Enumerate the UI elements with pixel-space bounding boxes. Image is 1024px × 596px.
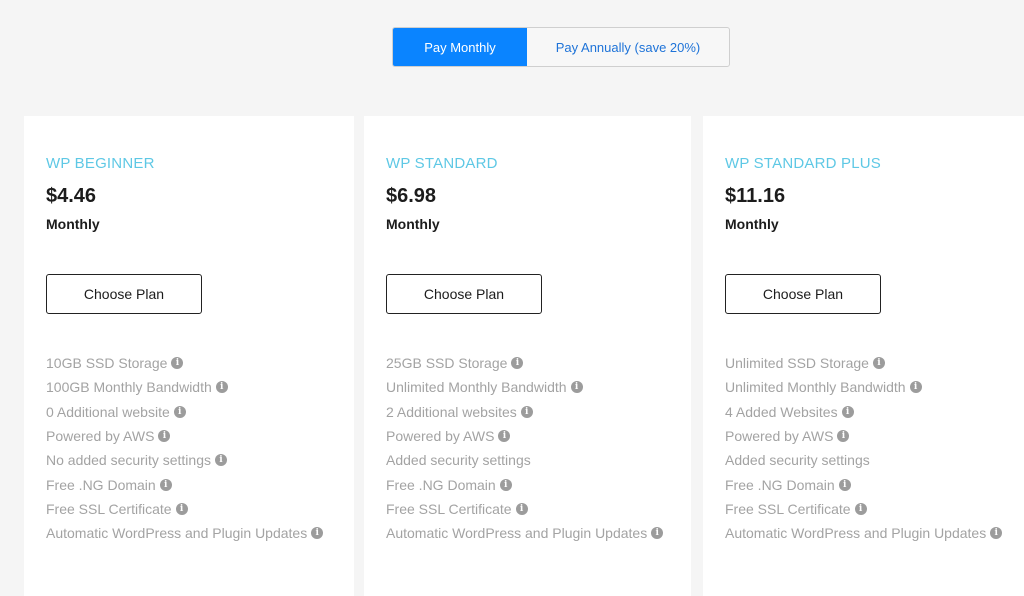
feature-text: Added security settings <box>725 452 870 469</box>
pay-annually-button[interactable]: Pay Annually (save 20%) <box>527 28 729 66</box>
feature-text: Unlimited Monthly Bandwidth <box>725 379 906 396</box>
feature-item: Unlimited SSD Storage i <box>725 351 1002 375</box>
pay-monthly-button[interactable]: Pay Monthly <box>393 28 527 66</box>
feature-item: Free .NG Domain i <box>725 472 1002 496</box>
plan-period: Monthly <box>46 216 100 232</box>
info-icon[interactable]: i <box>311 527 324 540</box>
info-icon[interactable]: i <box>173 405 186 418</box>
feature-text: Free SSL Certificate <box>386 500 512 517</box>
feature-text: Unlimited SSD Storage <box>725 355 869 372</box>
feature-item: 4 Added Websites i <box>725 400 1002 424</box>
feature-text: Automatic WordPress and Plugin Updates <box>46 525 308 542</box>
feature-text: 10GB SSD Storage <box>46 355 168 372</box>
feature-list: 25GB SSD Storage i Unlimited Monthly Bandw… <box>386 351 664 545</box>
feature-text: 25GB SSD Storage <box>386 355 508 372</box>
feature-text: Unlimited Monthly Bandwidth <box>386 379 567 396</box>
billing-toggle: Pay Monthly Pay Annually (save 20%) <box>392 27 730 67</box>
plan-name: WP STANDARD PLUS <box>725 155 882 172</box>
feature-item: Automatic WordPress and Plugin Updates i <box>46 521 324 545</box>
plan-period: Monthly <box>386 216 440 232</box>
info-icon[interactable]: i <box>171 357 184 370</box>
plan-name: WP STANDARD <box>386 155 498 172</box>
plan-price: $11.16 <box>725 185 786 207</box>
info-icon[interactable]: i <box>215 381 228 394</box>
feature-item: No added security settings i <box>46 448 323 472</box>
feature-item: Powered by AWS i <box>386 424 663 448</box>
feature-text: No added security settings <box>46 452 211 469</box>
plan-period: Monthly <box>725 216 779 232</box>
feature-list: Unlimited SSD Storage i Unlimited Monthly … <box>725 351 1003 545</box>
feature-text: Powered by AWS <box>725 428 834 445</box>
plan-price: $4.46 <box>46 185 97 207</box>
info-icon[interactable]: i <box>651 527 664 540</box>
feature-item: Added security settings <box>386 448 663 472</box>
info-icon[interactable]: i <box>214 454 227 467</box>
feature-item: 2 Additional websites i <box>386 400 663 424</box>
info-icon[interactable]: i <box>511 357 524 370</box>
feature-item: Free .NG Domain i <box>46 472 323 496</box>
feature-item: Free SSL Certificate i <box>46 497 323 521</box>
feature-text: 0 Additional website <box>46 403 170 420</box>
feature-item: Automatic WordPress and Plugin Updates i <box>725 521 1003 545</box>
info-icon[interactable]: i <box>498 430 511 443</box>
info-icon[interactable]: i <box>570 381 583 394</box>
feature-item: 100GB Monthly Bandwidth i <box>46 375 323 399</box>
info-icon[interactable]: i <box>175 502 188 515</box>
feature-text: Free .NG Domain <box>46 476 156 493</box>
feature-text: Free SSL Certificate <box>725 500 851 517</box>
feature-item: Free .NG Domain i <box>386 472 663 496</box>
feature-item: Unlimited Monthly Bandwidth i <box>386 375 663 399</box>
info-icon[interactable]: i <box>837 430 850 443</box>
info-icon[interactable]: i <box>520 405 533 418</box>
feature-item: Free SSL Certificate i <box>386 497 663 521</box>
feature-item: Automatic WordPress and Plugin Updates i <box>386 521 664 545</box>
feature-item: Powered by AWS i <box>46 424 323 448</box>
feature-text: Automatic WordPress and Plugin Updates <box>725 525 987 542</box>
feature-text: 4 Added Websites <box>725 403 838 420</box>
feature-item: Unlimited Monthly Bandwidth i <box>725 375 1002 399</box>
info-icon[interactable]: i <box>909 381 922 394</box>
feature-item: Added security settings <box>725 448 1002 472</box>
plan-name: WP BEGINNER <box>46 155 155 172</box>
info-icon[interactable]: i <box>159 478 172 491</box>
choose-plan-button[interactable]: Choose Plan <box>46 274 202 314</box>
plan-card-wp-standard: WP STANDARD $6.98 Monthly Choose Plan 25… <box>364 116 691 596</box>
feature-text: Free .NG Domain <box>386 476 496 493</box>
info-icon[interactable]: i <box>841 405 854 418</box>
info-icon[interactable]: i <box>499 478 512 491</box>
plan-price: $6.98 <box>386 185 437 207</box>
feature-item: Free SSL Certificate i <box>725 497 1002 521</box>
choose-plan-button[interactable]: Choose Plan <box>725 274 881 314</box>
feature-text: Free SSL Certificate <box>46 500 172 517</box>
feature-item: Powered by AWS i <box>725 424 1002 448</box>
feature-text: Added security settings <box>386 452 531 469</box>
feature-item: 25GB SSD Storage i <box>386 351 663 375</box>
info-icon[interactable]: i <box>838 478 851 491</box>
feature-text: Powered by AWS <box>386 428 495 445</box>
feature-item: 0 Additional website i <box>46 400 323 424</box>
feature-text: 100GB Monthly Bandwidth <box>46 379 212 396</box>
feature-list: 10GB SSD Storage i 100GB Monthly Bandwidth… <box>46 351 324 545</box>
feature-text: Automatic WordPress and Plugin Updates <box>386 525 648 542</box>
feature-text: Free .NG Domain <box>725 476 835 493</box>
info-icon[interactable]: i <box>854 502 867 515</box>
info-icon[interactable]: i <box>515 502 528 515</box>
feature-item: 10GB SSD Storage i <box>46 351 323 375</box>
info-icon[interactable]: i <box>158 430 171 443</box>
plan-card-wp-beginner: WP BEGINNER $4.46 Monthly Choose Plan 10… <box>24 116 354 596</box>
plan-card-wp-standard-plus: WP STANDARD PLUS $11.16 Monthly Choose P… <box>703 116 1024 596</box>
choose-plan-button[interactable]: Choose Plan <box>386 274 542 314</box>
info-icon[interactable]: i <box>990 527 1003 540</box>
feature-text: Powered by AWS <box>46 428 155 445</box>
feature-text: 2 Additional websites <box>386 403 517 420</box>
info-icon[interactable]: i <box>872 357 885 370</box>
